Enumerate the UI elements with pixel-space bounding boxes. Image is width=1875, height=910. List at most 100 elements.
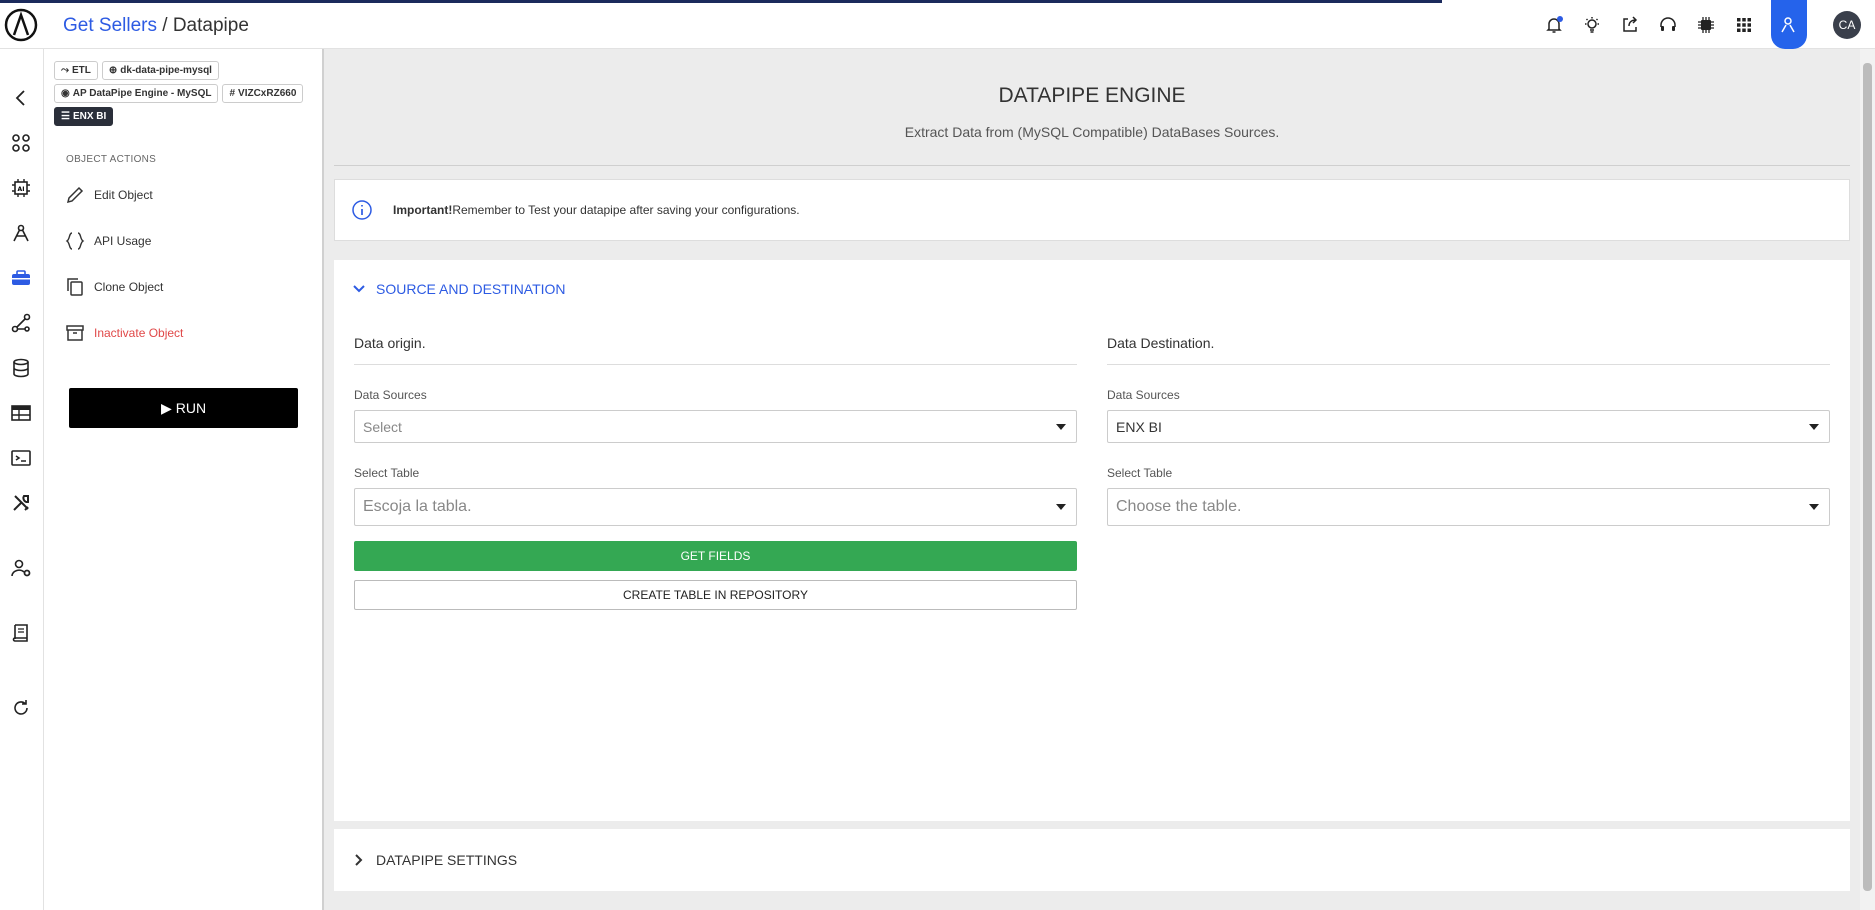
engine-icon: ◉ (61, 88, 70, 99)
run-label: RUN (175, 400, 207, 416)
chevron-right-icon (355, 854, 363, 866)
chevron-down-icon (353, 285, 365, 293)
terminal-icon[interactable] (8, 445, 34, 471)
apps-grid-icon[interactable] (1725, 0, 1763, 49)
info-icon (352, 200, 372, 220)
select-value: Select (363, 418, 402, 435)
alert-text: Remember to Test your datapipe after sav… (452, 203, 800, 217)
page-title: DATAPIPE ENGINE (998, 84, 1186, 107)
object-tags: ⤳ ETL ⊕ dk-data-pipe-mysql ◉ AP DataPipe En… (54, 61, 314, 126)
select-value: Escoja la tabla. (363, 498, 472, 515)
bell-icon[interactable] (1535, 0, 1573, 49)
divider (334, 165, 1850, 166)
chip-icon[interactable] (1687, 0, 1725, 49)
scrollbar-thumb[interactable] (1863, 63, 1872, 891)
select-value: Choose the table. (1116, 498, 1242, 515)
origin-table-label: Select Table (354, 466, 420, 480)
datapipe-settings-toggle[interactable]: DATAPIPE SETTINGS (334, 829, 1850, 891)
archive-icon (66, 325, 84, 341)
page-subtitle: Extract Data from (MySQL Compatible) Dat… (904, 124, 1280, 140)
clone-object-action[interactable]: Clone Object (64, 276, 163, 298)
caret-down-icon (1056, 504, 1066, 510)
alert-bold: Important! (393, 203, 453, 217)
data-destination-column: Data Destination. Data Sources ENX BI Se… (1107, 335, 1830, 526)
play-icon: ▶ (160, 399, 172, 416)
app-logo-icon[interactable] (4, 8, 38, 42)
avatar[interactable]: CA (1833, 10, 1861, 39)
tag-engine-id: ⊕ dk-data-pipe-mysql (101, 61, 219, 80)
loading-bar (0, 0, 1442, 3)
breadcrumb-separator: / (156, 15, 173, 36)
api-usage-action[interactable]: API Usage (64, 230, 151, 252)
action-label: Clone Object (94, 280, 164, 294)
caret-down-icon (1809, 504, 1819, 510)
breadcrumb-link[interactable]: Get Sellers (63, 15, 157, 36)
icon-rail: AI (0, 49, 44, 910)
ai-chip-icon[interactable]: AI (8, 175, 34, 201)
table-icon[interactable] (8, 400, 34, 426)
copy-icon (67, 278, 83, 296)
refresh-icon[interactable] (8, 695, 34, 721)
top-header: Get Sellers / Datapipe CA (0, 0, 1875, 49)
section-title: SOURCE AND DESTINATION (376, 281, 566, 297)
scrollbar[interactable] (1860, 49, 1875, 910)
source-destination-toggle[interactable]: SOURCE AND DESTINATION (352, 281, 566, 297)
nodes-icon[interactable] (8, 310, 34, 336)
origin-sources-label: Data Sources (354, 388, 427, 402)
dashboard-icon[interactable] (8, 130, 34, 156)
share-icon[interactable] (1611, 0, 1649, 49)
tag-engine-name: ◉ AP DataPipe Engine - MySQL (54, 84, 219, 103)
edit-object-action[interactable]: Edit Object (64, 184, 153, 206)
data-destination-title: Data Destination. (1107, 335, 1830, 365)
action-label: Inactivate Object (94, 326, 184, 340)
object-sidebar: ⤳ ETL ⊕ dk-data-pipe-mysql ◉ AP DataPipe En… (44, 49, 324, 910)
destination-sources-label: Data Sources (1107, 388, 1180, 402)
origin-table-select[interactable]: Escoja la tabla. (354, 488, 1077, 526)
get-fields-button[interactable]: GET FIELDS (354, 541, 1077, 571)
caret-down-icon (1056, 423, 1066, 430)
tag-etl: ⤳ ETL (54, 61, 98, 80)
tag-label: ENX BI (72, 111, 107, 122)
database-icon[interactable] (8, 355, 34, 381)
breadcrumb-current: Datapipe (172, 15, 249, 36)
destination-sources-select[interactable]: ENX BI (1107, 410, 1830, 443)
lightbulb-icon[interactable] (1573, 0, 1611, 49)
source-destination-panel: SOURCE AND DESTINATION Data origin. Data… (334, 260, 1850, 821)
tag-label: ETL (72, 65, 91, 76)
destination-table-label: Select Table (1107, 466, 1173, 480)
compass-icon[interactable] (8, 220, 34, 246)
hash-icon: # (229, 88, 236, 99)
create-table-button[interactable]: CREATE TABLE IN REPOSITORY (354, 580, 1077, 610)
svg-text:AI: AI (18, 186, 25, 193)
back-arrow-icon[interactable] (8, 85, 34, 111)
pencil-icon (66, 186, 84, 204)
data-origin-column: Data origin. Data Sources Select Select … (354, 335, 1077, 610)
headset-icon[interactable] (1649, 0, 1687, 49)
inactivate-object-action[interactable]: Inactivate Object (64, 322, 183, 344)
destination-table-select[interactable]: Choose the table. (1107, 488, 1830, 526)
tag-label: VIZCxRZ660 (238, 88, 297, 99)
user-settings-icon[interactable] (8, 555, 34, 581)
tag-object-id: # VIZCxRZ660 (222, 84, 304, 103)
database-icon: ☰ (61, 111, 70, 122)
caret-down-icon (1809, 423, 1819, 430)
section-title: DATAPIPE SETTINGS (376, 852, 518, 868)
tools-icon[interactable] (8, 490, 34, 516)
data-origin-title: Data origin. (354, 335, 1077, 365)
etl-icon: ⤳ (61, 65, 69, 76)
toolbox-icon[interactable] (8, 265, 34, 291)
notification-dot (1557, 16, 1563, 22)
origin-sources-select[interactable]: Select (354, 410, 1077, 443)
user-admin-icon[interactable] (1771, 0, 1807, 49)
header-toolbar: CA (1535, 0, 1875, 49)
object-actions-title: OBJECT ACTIONS (66, 154, 157, 165)
braces-icon (65, 232, 85, 250)
select-value: ENX BI (1116, 418, 1162, 435)
tag-label: AP DataPipe Engine - MySQL (72, 88, 212, 99)
important-alert: Important! Remember to Test your datapip… (334, 179, 1850, 241)
book-icon[interactable] (8, 620, 34, 646)
tag-label: dk-data-pipe-mysql (120, 65, 212, 76)
breadcrumb: Get Sellers / Datapipe (63, 15, 249, 37)
main-content: DATAPIPE ENGINE Extract Data from (MySQL… (334, 49, 1850, 910)
run-button[interactable]: ▶ RUN (69, 388, 298, 428)
